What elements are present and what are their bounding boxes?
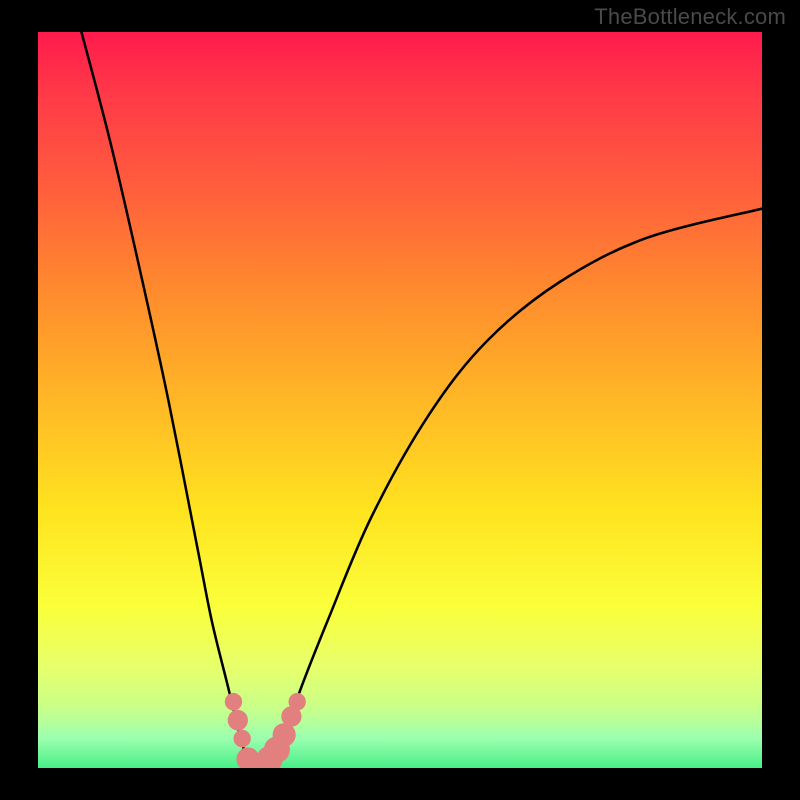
bottleneck-curve [81, 32, 762, 768]
chart-frame: TheBottleneck.com [0, 0, 800, 800]
highlight-dots [225, 693, 306, 768]
curve-layer [38, 32, 762, 768]
plot-area [38, 32, 762, 768]
highlight-dot [233, 730, 250, 748]
highlight-dot [228, 710, 248, 731]
highlight-dot [289, 693, 306, 711]
highlight-dot [225, 693, 242, 711]
watermark-text: TheBottleneck.com [594, 4, 786, 30]
